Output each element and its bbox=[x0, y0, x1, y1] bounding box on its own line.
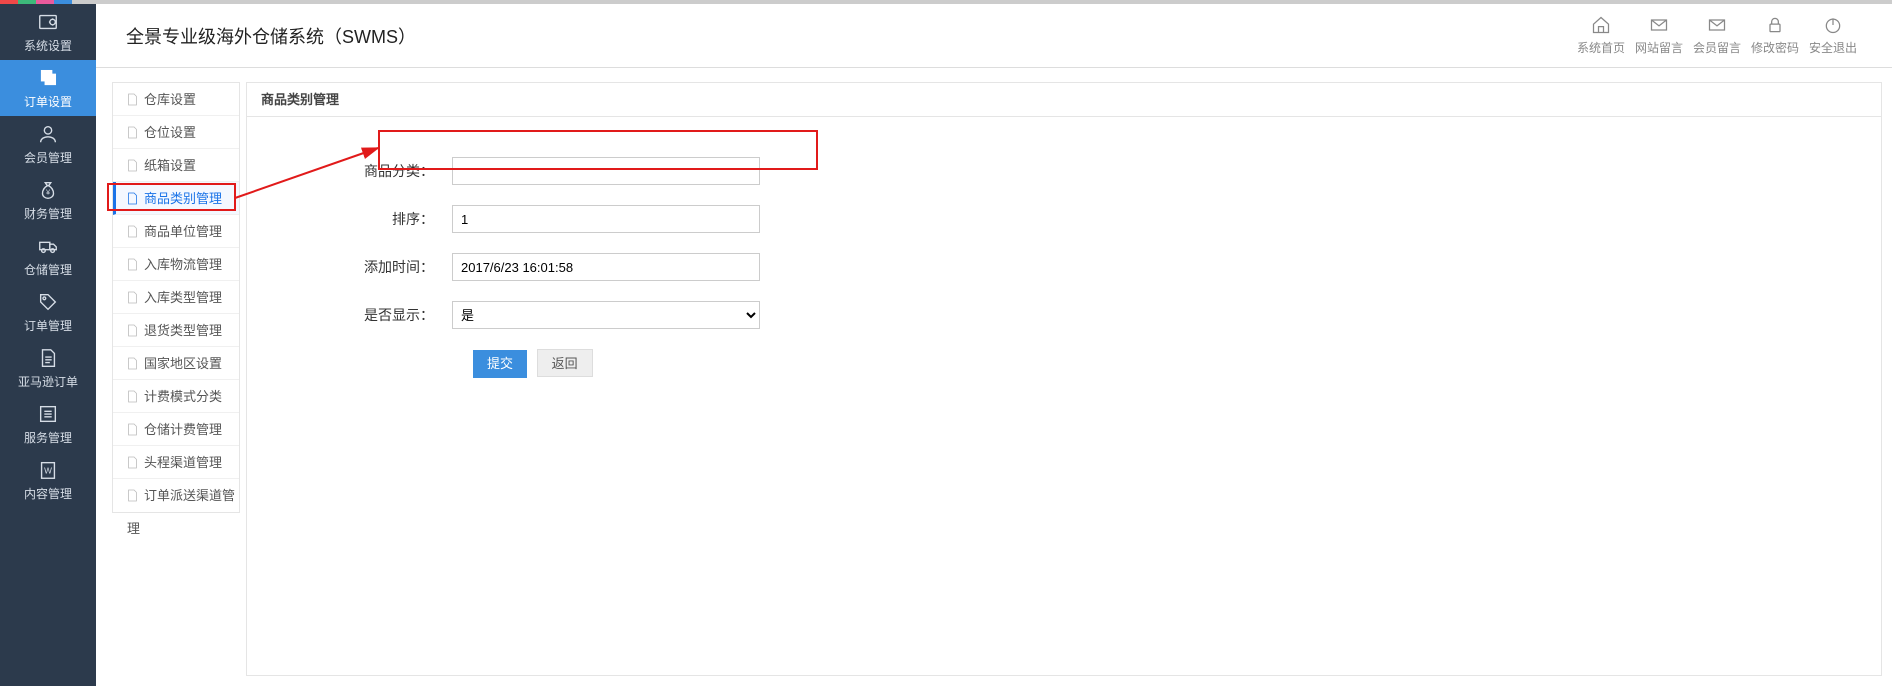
subnav-country-region[interactable]: 国家地区设置 bbox=[113, 347, 239, 380]
file-icon bbox=[127, 126, 138, 139]
subnav-inbound-logistics[interactable]: 入库物流管理 bbox=[113, 248, 239, 281]
nav-service-mgmt[interactable]: 服务管理 bbox=[0, 396, 96, 452]
power-icon bbox=[1823, 15, 1843, 35]
app-title: 全景专业级海外仓储系统（SWMS） bbox=[126, 23, 416, 49]
main-sidebar: 系统设置 订单设置 会员管理 ¥ 财务管理 仓储管理 订单管理 亚马逊订单 服务 bbox=[0, 4, 96, 686]
document-icon bbox=[37, 347, 59, 369]
subnav-storage-billing[interactable]: 仓储计费管理 bbox=[113, 413, 239, 446]
file-icon bbox=[127, 225, 138, 238]
input-addtime[interactable] bbox=[452, 253, 760, 281]
svg-text:W: W bbox=[44, 466, 52, 475]
nav-label: 服务管理 bbox=[24, 429, 72, 446]
truck-icon bbox=[37, 235, 59, 257]
subnav-product-category[interactable]: 商品类别管理 bbox=[113, 182, 239, 215]
header-bar: 全景专业级海外仓储系统（SWMS） 系统首页 网站留言 会员留言 修改密码 安全… bbox=[96, 4, 1892, 68]
lock-icon bbox=[1765, 15, 1785, 35]
nav-label: 系统设置 bbox=[24, 37, 72, 54]
file-icon bbox=[127, 291, 138, 304]
tool-label: 网站留言 bbox=[1635, 39, 1683, 56]
file-icon bbox=[127, 192, 138, 205]
label-addtime: 添加时间： bbox=[247, 257, 452, 277]
money-bag-icon: ¥ bbox=[37, 179, 59, 201]
nav-system-settings[interactable]: 系统设置 bbox=[0, 4, 96, 60]
label-display: 是否显示： bbox=[247, 305, 452, 325]
input-sort[interactable] bbox=[452, 205, 760, 233]
nav-member-mgmt[interactable]: 会员管理 bbox=[0, 116, 96, 172]
row-sort: 排序： bbox=[247, 205, 1881, 233]
header-tools: 系统首页 网站留言 会员留言 修改密码 安全退出 bbox=[1572, 15, 1862, 56]
file-icon bbox=[127, 159, 138, 172]
nav-finance-mgmt[interactable]: ¥ 财务管理 bbox=[0, 172, 96, 228]
row-display: 是否显示： 是 bbox=[247, 301, 1881, 329]
subnav-return-type[interactable]: 退货类型管理 bbox=[113, 314, 239, 347]
nav-amazon-orders[interactable]: 亚马逊订单 bbox=[0, 340, 96, 396]
nav-warehouse-mgmt[interactable]: 仓储管理 bbox=[0, 228, 96, 284]
file-icon bbox=[127, 93, 138, 106]
nav-label: 订单设置 bbox=[24, 93, 72, 110]
home-icon bbox=[1591, 15, 1611, 35]
nav-content-mgmt[interactable]: W 内容管理 bbox=[0, 452, 96, 508]
subnav-carton-setting[interactable]: 纸箱设置 bbox=[113, 149, 239, 182]
list-icon bbox=[37, 403, 59, 425]
tool-home[interactable]: 系统首页 bbox=[1572, 15, 1630, 56]
nav-label: 会员管理 bbox=[24, 149, 72, 166]
sub-sidebar: 仓库设置 仓位设置 纸箱设置 商品类别管理 商品单位管理 入库物流管理 入库类型… bbox=[112, 82, 240, 513]
submit-button[interactable]: 提交 bbox=[473, 350, 527, 378]
subnav-slot-setting[interactable]: 仓位设置 bbox=[113, 116, 239, 149]
nav-label: 财务管理 bbox=[24, 205, 72, 222]
user-icon bbox=[37, 123, 59, 145]
tool-member-msg[interactable]: 会员留言 bbox=[1688, 15, 1746, 56]
row-category: 商品分类： bbox=[247, 157, 1881, 185]
subnav-billing-mode[interactable]: 计费模式分类 bbox=[113, 380, 239, 413]
nav-label: 内容管理 bbox=[24, 485, 72, 502]
row-addtime: 添加时间： bbox=[247, 253, 1881, 281]
mail-icon bbox=[1707, 15, 1727, 35]
nav-label: 订单管理 bbox=[24, 317, 72, 334]
subnav-warehouse-setting[interactable]: 仓库设置 bbox=[113, 83, 239, 116]
nav-label: 仓储管理 bbox=[24, 261, 72, 278]
tool-label: 安全退出 bbox=[1809, 39, 1857, 56]
button-row: 提交 返回 bbox=[247, 349, 1881, 378]
file-icon bbox=[127, 489, 138, 502]
file-icon bbox=[127, 456, 138, 469]
file-icon bbox=[127, 324, 138, 337]
file-icon bbox=[127, 423, 138, 436]
nav-label: 亚马逊订单 bbox=[18, 373, 78, 390]
copy-icon bbox=[37, 67, 59, 89]
word-doc-icon: W bbox=[37, 459, 59, 481]
label-category: 商品分类： bbox=[247, 161, 452, 181]
tool-label: 系统首页 bbox=[1577, 39, 1625, 56]
back-button[interactable]: 返回 bbox=[537, 349, 593, 377]
file-icon bbox=[127, 258, 138, 271]
content-panel: 商品类别管理 商品分类： 排序： 添加时间： 是否显示： 是 提 bbox=[246, 82, 1882, 676]
tool-label: 修改密码 bbox=[1751, 39, 1799, 56]
mail-icon bbox=[1649, 15, 1669, 35]
nav-order-mgmt[interactable]: 订单管理 bbox=[0, 284, 96, 340]
form-body: 商品分类： 排序： 添加时间： 是否显示： 是 提交 返回 bbox=[247, 117, 1881, 378]
subnav-inbound-type[interactable]: 入库类型管理 bbox=[113, 281, 239, 314]
subnav-firstleg-channel[interactable]: 头程渠道管理 bbox=[113, 446, 239, 479]
file-icon bbox=[127, 357, 138, 370]
tool-logout[interactable]: 安全退出 bbox=[1804, 15, 1862, 56]
tool-change-password[interactable]: 修改密码 bbox=[1746, 15, 1804, 56]
tag-icon bbox=[37, 291, 59, 313]
subnav-order-delivery-channel[interactable]: 订单派送渠道管理 bbox=[113, 479, 239, 512]
gear-box-icon bbox=[37, 11, 59, 33]
tool-site-msg[interactable]: 网站留言 bbox=[1630, 15, 1688, 56]
input-category[interactable] bbox=[452, 157, 760, 185]
svg-text:¥: ¥ bbox=[46, 187, 51, 196]
select-display[interactable]: 是 bbox=[452, 301, 760, 329]
tool-label: 会员留言 bbox=[1693, 39, 1741, 56]
file-icon bbox=[127, 390, 138, 403]
nav-order-settings[interactable]: 订单设置 bbox=[0, 60, 96, 116]
subnav-product-unit[interactable]: 商品单位管理 bbox=[113, 215, 239, 248]
label-sort: 排序： bbox=[247, 209, 452, 229]
panel-title: 商品类别管理 bbox=[247, 83, 1881, 117]
